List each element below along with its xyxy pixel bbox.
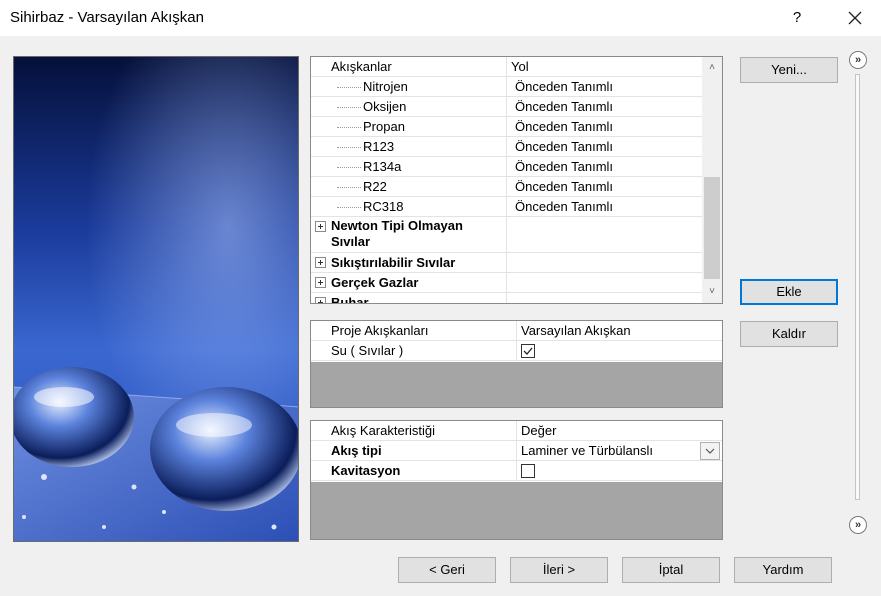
project-fluid-name: Su ( Sıvılar ): [331, 343, 404, 358]
tree-connector: [337, 127, 361, 128]
add-button[interactable]: Ekle: [740, 279, 838, 305]
list-item[interactable]: R22 Önceden Tanımlı: [311, 177, 702, 197]
chevron-double-right-icon[interactable]: »: [849, 516, 867, 534]
fluid-path: Önceden Tanımlı: [515, 119, 614, 134]
fluids-column-header: Akışkanlar: [331, 59, 392, 74]
window-title: Sihirbaz - Varsayılan Akışkan: [10, 9, 204, 26]
title-bar: Sihirbaz - Varsayılan Akışkan ?: [0, 0, 881, 36]
flow-type-select[interactable]: Laminer ve Türbülanslı: [521, 441, 653, 461]
help-button[interactable]: ?: [780, 6, 814, 30]
default-column-header: Varsayılan Akışkan: [521, 323, 631, 338]
tree-group-row[interactable]: Newton Tipi Olmayan Sıvılar: [311, 217, 702, 253]
flow-empty-area: [311, 482, 722, 539]
back-button[interactable]: < Geri: [398, 557, 496, 583]
column-divider: [506, 197, 507, 216]
flow-type-label: Akış tipi: [331, 443, 382, 458]
expand-icon[interactable]: [315, 221, 326, 232]
close-icon: [848, 11, 862, 25]
fluid-group-name-line2: Sıvılar: [331, 234, 371, 249]
cancel-button[interactable]: İptal: [622, 557, 720, 583]
close-button[interactable]: [838, 6, 872, 30]
scroll-up-icon[interactable]: ˄: [702, 59, 722, 77]
fluid-name: R123: [363, 139, 395, 154]
tree-group-row[interactable]: Buhar: [311, 293, 702, 304]
fluid-name: Oksijen: [363, 99, 407, 114]
cavitation-checkbox[interactable]: [521, 464, 535, 478]
project-column-header: Proje Akışkanları: [331, 323, 429, 338]
value-column-header: Değer: [521, 423, 557, 438]
list-item[interactable]: Propan Önceden Tanımlı: [311, 117, 702, 137]
fluid-path: Önceden Tanımlı: [515, 139, 614, 154]
fluid-path: Önceden Tanımlı: [515, 79, 614, 94]
scroll-thumb[interactable]: [704, 177, 720, 279]
column-divider: [506, 157, 507, 176]
column-divider: [506, 273, 507, 292]
path-column-header: Yol: [511, 59, 529, 74]
fluids-scrollbar[interactable]: ˄ ˅: [702, 57, 722, 303]
remove-button[interactable]: Kaldır: [740, 321, 838, 347]
fluid-path: Önceden Tanımlı: [515, 199, 614, 214]
project-empty-area: [311, 362, 722, 407]
new-button[interactable]: Yeni...: [740, 57, 838, 83]
fluids-tree[interactable]: Akışkanlar Yol Nitrojen Önceden Tanımlı Ok…: [310, 56, 723, 304]
tree-connector: [337, 87, 361, 88]
wizard-image: [13, 56, 299, 542]
default-fluid-checkbox[interactable]: [521, 344, 535, 358]
fluid-name: R22: [363, 179, 387, 194]
scroll-down-icon[interactable]: ˅: [702, 283, 722, 301]
side-nav-track: [855, 74, 860, 500]
fluid-group-name: Gerçek Gazlar: [331, 275, 419, 290]
water-drops-image: [14, 57, 298, 541]
column-divider: [506, 57, 507, 77]
checkmark-icon: [523, 347, 533, 355]
project-fluids-table[interactable]: Proje Akışkanları Varsayılan Akışkan Su …: [310, 320, 723, 408]
list-item[interactable]: R123 Önceden Tanımlı: [311, 137, 702, 157]
fluid-name: Propan: [363, 119, 405, 134]
expand-icon[interactable]: [315, 277, 326, 288]
fluid-name: R134a: [363, 159, 402, 174]
tree-connector: [337, 207, 361, 208]
list-item[interactable]: R134a Önceden Tanımlı: [311, 157, 702, 177]
column-divider: [506, 77, 507, 96]
expand-icon[interactable]: [315, 257, 326, 268]
fluid-path: Önceden Tanımlı: [515, 179, 614, 194]
next-button[interactable]: İleri >: [510, 557, 608, 583]
list-item[interactable]: Oksijen Önceden Tanımlı: [311, 97, 702, 117]
list-item[interactable]: RC318 Önceden Tanımlı: [311, 197, 702, 217]
tree-connector: [337, 107, 361, 108]
tree-group-row[interactable]: Sıkıştırılabilir Sıvılar: [311, 253, 702, 273]
fluid-group-name: Sıkıştırılabilir Sıvılar: [331, 255, 456, 270]
tree-connector: [337, 147, 361, 148]
tree-connector: [337, 187, 361, 188]
fluid-path: Önceden Tanımlı: [515, 159, 614, 174]
fluid-group-name: Newton Tipi Olmayan: [331, 218, 463, 233]
fluid-name: Nitrojen: [363, 79, 408, 94]
chevron-double-right-icon[interactable]: »: [849, 51, 867, 69]
flow-column-header: Akış Karakteristiği: [331, 423, 436, 438]
cavitation-label: Kavitasyon: [331, 463, 401, 478]
expand-icon[interactable]: [315, 297, 326, 303]
chevron-down-icon: [705, 448, 715, 454]
tree-group-row[interactable]: Gerçek Gazlar: [311, 273, 702, 293]
flow-type-dropdown-button[interactable]: [700, 442, 720, 460]
fluid-path: Önceden Tanımlı: [515, 99, 614, 114]
column-divider: [506, 97, 507, 116]
column-divider: [506, 293, 507, 303]
help-bottom-button[interactable]: Yardım: [734, 557, 832, 583]
fluid-name: RC318: [363, 199, 404, 214]
column-divider: [506, 117, 507, 136]
fluid-group-name: Buhar: [331, 295, 369, 304]
list-item[interactable]: Nitrojen Önceden Tanımlı: [311, 77, 702, 97]
tree-connector: [337, 167, 361, 168]
column-divider: [506, 253, 507, 272]
column-divider: [506, 177, 507, 196]
flow-characteristics-table[interactable]: Akış Karakteristiği Değer Akış tipi Lami…: [310, 420, 723, 540]
column-divider: [506, 217, 507, 252]
column-divider: [506, 137, 507, 156]
